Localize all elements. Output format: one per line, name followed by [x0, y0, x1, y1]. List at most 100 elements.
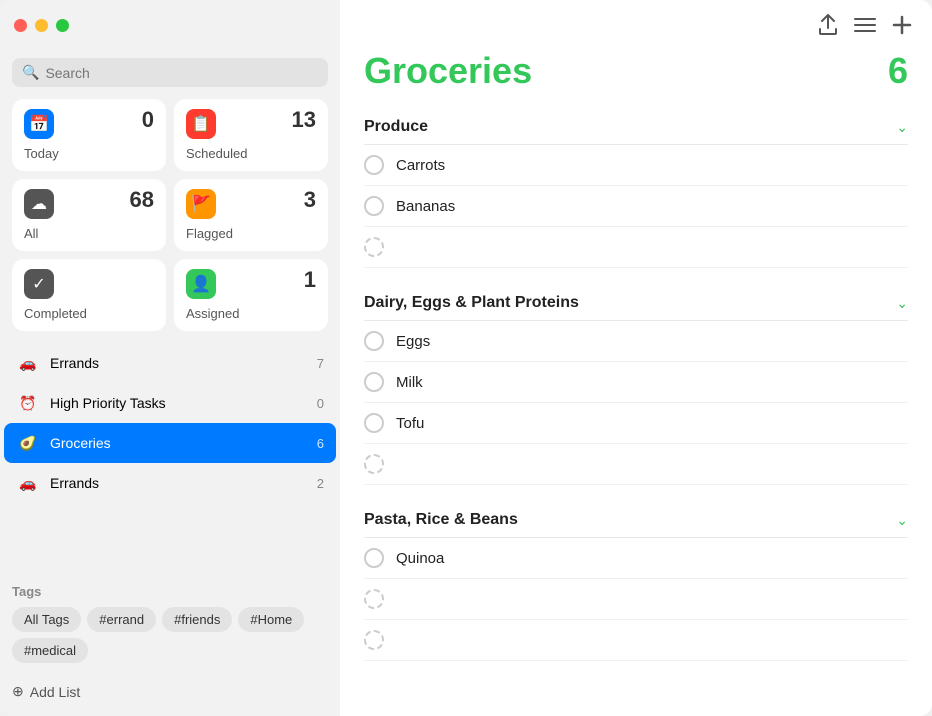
tags-header: Tags: [12, 584, 328, 599]
list-item-errands1[interactable]: 🚗 Errands 7: [4, 343, 336, 383]
add-task-button[interactable]: [892, 15, 912, 35]
add-list-icon: ⊕: [12, 683, 24, 700]
pasta-group-name: Pasta, Rice & Beans: [364, 511, 518, 529]
task-group-dairy: Dairy, Eggs & Plant Proteins ⌄ Eggs Milk…: [364, 284, 908, 485]
smart-card-all[interactable]: ☁ 68 All: [12, 179, 166, 251]
completed-label: Completed: [24, 306, 154, 321]
smart-card-completed[interactable]: ✓ Completed: [12, 259, 166, 331]
smart-card-scheduled[interactable]: 📋 13 Scheduled: [174, 99, 328, 171]
flagged-count: 3: [304, 189, 316, 211]
pasta-empty1-checkbox[interactable]: [364, 589, 384, 609]
scheduled-count: 13: [292, 109, 316, 131]
task-group-dairy-header[interactable]: Dairy, Eggs & Plant Proteins ⌄: [364, 284, 908, 321]
tofu-checkbox[interactable]: [364, 413, 384, 433]
smart-card-today[interactable]: 📅 0 Today: [12, 99, 166, 171]
flagged-label: Flagged: [186, 226, 316, 241]
high-priority-count: 0: [317, 396, 324, 411]
produce-empty-checkbox[interactable]: [364, 237, 384, 257]
high-priority-icon: ⏰: [16, 391, 40, 415]
errands2-count: 2: [317, 476, 324, 491]
list-title: Groceries: [364, 50, 532, 92]
carrots-label: Carrots: [396, 157, 445, 174]
groceries-icon: 🥑: [16, 431, 40, 455]
task-item-eggs[interactable]: Eggs: [364, 321, 908, 362]
completed-icon: ✓: [24, 269, 54, 299]
add-list-button[interactable]: ⊕ Add List: [0, 675, 340, 716]
search-input[interactable]: [45, 65, 318, 81]
assigned-label: Assigned: [186, 306, 316, 321]
task-item-pasta-empty2[interactable]: [364, 620, 908, 661]
errands2-label: Errands: [50, 475, 307, 491]
smart-card-assigned[interactable]: 👤 1 Assigned: [174, 259, 328, 331]
tasks-container: Produce ⌄ Carrots Bananas Dairy, Eggs & …: [340, 108, 932, 716]
carrots-checkbox[interactable]: [364, 155, 384, 175]
dairy-chevron-icon: ⌄: [896, 295, 908, 312]
task-item-pasta-empty1[interactable]: [364, 579, 908, 620]
milk-checkbox[interactable]: [364, 372, 384, 392]
tag-medical-button[interactable]: #medical: [12, 638, 88, 663]
produce-group-name: Produce: [364, 118, 428, 136]
tag-all-tags-button[interactable]: All Tags: [12, 607, 81, 632]
scheduled-icon: 📋: [186, 109, 216, 139]
errands1-label: Errands: [50, 355, 307, 371]
errands1-count: 7: [317, 356, 324, 371]
produce-chevron-icon: ⌄: [896, 119, 908, 136]
search-icon: 🔍: [22, 64, 39, 81]
tag-home-button[interactable]: #Home: [238, 607, 304, 632]
assigned-count: 1: [304, 269, 316, 291]
smart-card-flagged[interactable]: 🚩 3 Flagged: [174, 179, 328, 251]
task-item-dairy-empty[interactable]: [364, 444, 908, 485]
titlebar: [0, 0, 340, 50]
task-group-pasta-header[interactable]: Pasta, Rice & Beans ⌄: [364, 501, 908, 538]
main-toolbar: [340, 0, 932, 50]
list-total: 6: [888, 50, 908, 92]
pasta-empty2-checkbox[interactable]: [364, 630, 384, 650]
close-button[interactable]: [14, 19, 27, 32]
scheduled-label: Scheduled: [186, 146, 316, 161]
list-item-errands2[interactable]: 🚗 Errands 2: [4, 463, 336, 503]
sidebar: 🔍 📅 0 Today 📋 13 Scheduled ☁ 68 All 🚩 3 …: [0, 0, 340, 716]
quinoa-label: Quinoa: [396, 550, 444, 567]
dairy-empty-checkbox[interactable]: [364, 454, 384, 474]
maximize-button[interactable]: [56, 19, 69, 32]
task-item-milk[interactable]: Milk: [364, 362, 908, 403]
all-count: 68: [130, 189, 154, 211]
flagged-icon: 🚩: [186, 189, 216, 219]
dairy-group-name: Dairy, Eggs & Plant Proteins: [364, 294, 579, 312]
today-count: 0: [142, 109, 154, 131]
task-item-quinoa[interactable]: Quinoa: [364, 538, 908, 579]
eggs-checkbox[interactable]: [364, 331, 384, 351]
menu-button[interactable]: [854, 16, 876, 34]
errands1-icon: 🚗: [16, 351, 40, 375]
task-item-bananas[interactable]: Bananas: [364, 186, 908, 227]
assigned-icon: 👤: [186, 269, 216, 299]
tags-section: Tags All Tags#errand#friends#Home #medica…: [0, 576, 340, 675]
today-icon: 📅: [24, 109, 54, 139]
task-item-carrots[interactable]: Carrots: [364, 145, 908, 186]
eggs-label: Eggs: [396, 333, 430, 350]
minimize-button[interactable]: [35, 19, 48, 32]
task-item-produce-empty[interactable]: [364, 227, 908, 268]
groceries-label: Groceries: [50, 435, 307, 451]
tag-friends-button[interactable]: #friends: [162, 607, 232, 632]
main-header: Groceries 6: [340, 50, 932, 108]
tags-grid: All Tags#errand#friends#Home #medical: [12, 607, 328, 663]
tag-errand-button[interactable]: #errand: [87, 607, 156, 632]
task-group-produce-header[interactable]: Produce ⌄: [364, 108, 908, 145]
share-button[interactable]: [818, 14, 838, 36]
bananas-checkbox[interactable]: [364, 196, 384, 216]
list-item-high-priority[interactable]: ⏰ High Priority Tasks 0: [4, 383, 336, 423]
add-list-label: Add List: [30, 684, 81, 700]
all-icon: ☁: [24, 189, 54, 219]
search-bar[interactable]: 🔍: [12, 58, 328, 87]
task-item-tofu[interactable]: Tofu: [364, 403, 908, 444]
today-label: Today: [24, 146, 154, 161]
task-group-pasta: Pasta, Rice & Beans ⌄ Quinoa: [364, 501, 908, 661]
groceries-count: 6: [317, 436, 324, 451]
list-item-groceries[interactable]: 🥑 Groceries 6: [4, 423, 336, 463]
quinoa-checkbox[interactable]: [364, 548, 384, 568]
all-label: All: [24, 226, 154, 241]
pasta-chevron-icon: ⌄: [896, 512, 908, 529]
errands2-icon: 🚗: [16, 471, 40, 495]
smart-list-grid: 📅 0 Today 📋 13 Scheduled ☁ 68 All 🚩 3 Fl…: [0, 99, 340, 343]
